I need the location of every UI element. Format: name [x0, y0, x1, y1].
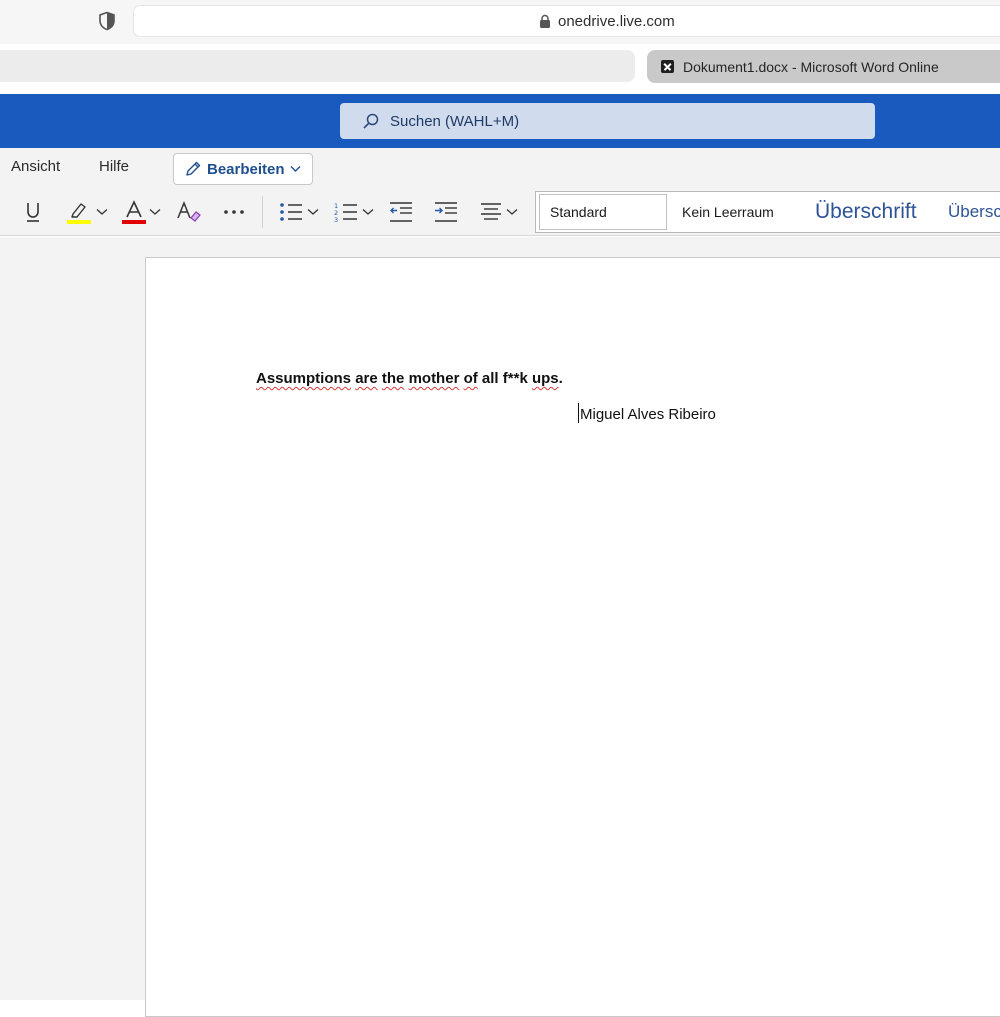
- style-no-spacing[interactable]: Kein Leerraum: [682, 192, 774, 232]
- word-favicon-icon: [661, 60, 674, 73]
- numbered-list-button[interactable]: 1 2 3: [334, 198, 374, 226]
- url-text: onedrive.live.com: [558, 13, 675, 30]
- word-header: Suchen (WAHL+M): [0, 94, 1000, 148]
- svg-text:3: 3: [334, 216, 338, 223]
- quote-paragraph[interactable]: Assumptions are the mother of all f**k u…: [256, 370, 563, 387]
- style-heading-1[interactable]: Überschrift: [815, 192, 917, 232]
- style-heading-2[interactable]: Übersc: [948, 192, 1000, 232]
- align-center-icon: [481, 203, 501, 220]
- author-paragraph[interactable]: Miguel Alves Ribeiro: [578, 403, 716, 423]
- active-tab-title: Dokument1.docx - Microsoft Word Online: [683, 58, 939, 75]
- document-page[interactable]: Assumptions are the mother of all f**k u…: [145, 257, 1000, 1017]
- chevron-down-icon: [506, 209, 518, 215]
- search-icon: [363, 113, 379, 129]
- menu-bar: Ansicht Hilfe Bearbeiten: [0, 148, 1000, 188]
- numbered-list-icon: 1 2 3: [334, 202, 357, 223]
- styles-gallery: Standard Kein Leerraum Überschrift Übers…: [535, 191, 1000, 233]
- active-tab[interactable]: Dokument1.docx - Microsoft Word Online: [647, 50, 1000, 83]
- quote-word: all: [481, 370, 499, 387]
- highlight-color-button[interactable]: [66, 198, 108, 226]
- quote-word: Assumptions: [256, 370, 352, 387]
- quote-word: ups: [531, 370, 559, 387]
- inactive-tab[interactable]: [0, 50, 635, 82]
- font-color-button[interactable]: [122, 198, 161, 226]
- address-content: onedrive.live.com: [539, 13, 675, 30]
- style-standard[interactable]: Standard: [539, 194, 667, 230]
- chevron-down-icon: [290, 166, 301, 172]
- decrease-indent-icon: [390, 202, 412, 222]
- quote-word: the: [381, 370, 405, 387]
- tab-strip: Dokument1.docx - Microsoft Word Online: [0, 44, 1000, 92]
- chevron-down-icon: [307, 209, 319, 215]
- search-input[interactable]: Suchen (WAHL+M): [340, 103, 875, 139]
- address-bar[interactable]: onedrive.live.com: [133, 5, 1000, 37]
- menu-item-ansicht[interactable]: Ansicht: [11, 158, 60, 175]
- more-icon: [224, 210, 244, 214]
- toolbar-divider: [262, 196, 263, 228]
- document-canvas: Assumptions are the mother of all f**k u…: [0, 237, 1000, 1017]
- lock-icon: [540, 14, 550, 28]
- quote-word: are: [355, 370, 378, 387]
- decrease-indent-button[interactable]: [389, 198, 413, 226]
- bullet-list-button[interactable]: [279, 198, 319, 226]
- browser-toolbar: onedrive.live.com: [0, 0, 1000, 44]
- quote-word: of: [463, 370, 478, 387]
- clear-formatting-button[interactable]: [176, 198, 202, 226]
- pencil-icon: [186, 161, 201, 176]
- shield-icon[interactable]: [97, 11, 117, 31]
- edit-mode-label: Bearbeiten: [207, 160, 285, 178]
- chevron-down-icon: [362, 209, 374, 215]
- quote-word: f**k: [502, 370, 528, 387]
- alignment-button[interactable]: [480, 198, 518, 226]
- chevron-down-icon: [149, 209, 161, 215]
- clear-formatting-icon: [177, 200, 201, 222]
- author-name: Miguel Alves Ribeiro: [580, 406, 716, 423]
- font-color-icon: [122, 200, 146, 224]
- underline-button[interactable]: [24, 198, 42, 226]
- menu-item-hilfe[interactable]: Hilfe: [99, 158, 129, 175]
- edit-mode-button[interactable]: Bearbeiten: [173, 153, 313, 185]
- quote-punctuation: .: [558, 370, 563, 387]
- increase-indent-icon: [435, 202, 457, 222]
- chevron-down-icon: [96, 209, 108, 215]
- more-options-button[interactable]: [223, 198, 245, 226]
- quote-word: mother: [408, 370, 460, 387]
- highlighter-icon: [67, 203, 91, 224]
- increase-indent-button[interactable]: [434, 198, 458, 226]
- text-cursor: [578, 403, 579, 423]
- bullet-list-icon: [280, 203, 302, 221]
- ribbon-toolbar: 1 2 3 Standard Kein Leerraum Überschrift…: [0, 188, 1000, 236]
- underline-icon: [27, 203, 39, 222]
- search-placeholder: Suchen (WAHL+M): [390, 112, 520, 130]
